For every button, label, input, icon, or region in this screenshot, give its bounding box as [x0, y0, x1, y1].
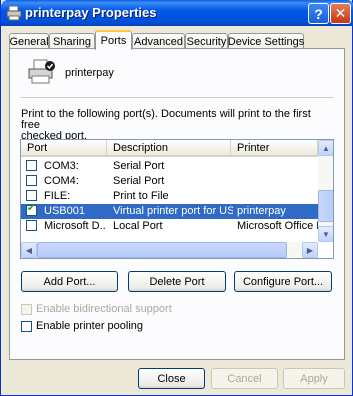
- separator: [20, 97, 334, 98]
- cell-port: COM3:: [44, 160, 79, 172]
- column-printer[interactable]: Printer: [231, 140, 318, 157]
- cell-description: Print to File: [113, 190, 169, 202]
- cell-description: Serial Port: [113, 160, 165, 172]
- vertical-scroll-thumb[interactable]: [318, 190, 333, 222]
- table-row[interactable]: Microsoft D... Local Port Microsoft Office…: [21, 219, 319, 234]
- properties-window: printerpay Properties ? ✕ General Sharin…: [0, 0, 353, 396]
- port-checkbox[interactable]: [26, 220, 37, 231]
- cell-description: Virtual printer port for USB: [113, 205, 233, 217]
- horizontal-scroll-thumb[interactable]: [37, 242, 287, 258]
- printer-name: printerpay: [65, 67, 114, 79]
- printer-icon: [6, 5, 22, 21]
- tab-sharing[interactable]: Sharing: [49, 33, 95, 49]
- column-port[interactable]: Port: [21, 140, 107, 157]
- cell-port: USB001: [44, 205, 85, 217]
- title-bar[interactable]: printerpay Properties ? ✕: [1, 0, 353, 26]
- close-window-button[interactable]: ✕: [330, 3, 351, 24]
- scroll-up-button[interactable]: ▲: [318, 140, 333, 156]
- cell-port: FILE:: [44, 190, 71, 202]
- table-row[interactable]: FILE: Print to File: [21, 189, 318, 204]
- port-checkbox[interactable]: [26, 160, 37, 171]
- apply-button[interactable]: Apply: [283, 368, 345, 389]
- close-icon: ✕: [334, 5, 347, 21]
- table-row[interactable]: COM4: Serial Port: [21, 174, 318, 189]
- cell-description: Local Port: [113, 220, 163, 232]
- scroll-left-button[interactable]: ◀: [21, 242, 37, 258]
- list-rows: COM3: Serial Port COM4: Serial Port FILE: Pri…: [21, 159, 319, 234]
- column-description[interactable]: Description: [107, 140, 231, 157]
- chevron-down-icon: ▼: [322, 229, 330, 239]
- horizontal-scrollbar[interactable]: ◀ ▶: [21, 242, 318, 258]
- port-checkbox[interactable]: [26, 203, 37, 216]
- cell-printer: Microsoft Office Do: [237, 220, 319, 232]
- scroll-down-button[interactable]: ▼: [318, 226, 333, 242]
- chevron-left-icon: ◀: [25, 245, 33, 255]
- tab-general[interactable]: General: [9, 33, 49, 49]
- checkbox-box: [21, 303, 32, 315]
- cancel-button[interactable]: Cancel: [211, 368, 278, 389]
- bidirectional-support-checkbox[interactable]: Enable bidirectional support: [21, 302, 172, 316]
- tab-advanced[interactable]: Advanced: [132, 33, 185, 49]
- ports-description: Print to the following port(s). Document…: [21, 108, 311, 142]
- chevron-up-icon: ▲: [322, 143, 330, 153]
- checkbox-box: [21, 320, 32, 332]
- scroll-right-button[interactable]: ▶: [302, 242, 318, 258]
- vertical-scrollbar[interactable]: ▲ ▼: [318, 140, 333, 242]
- close-button[interactable]: Close: [138, 368, 205, 389]
- configure-port-button[interactable]: Configure Port...: [234, 271, 332, 292]
- port-checkbox[interactable]: [26, 175, 37, 186]
- table-row[interactable]: COM3: Serial Port: [21, 159, 318, 174]
- cell-printer: printerpay: [237, 205, 286, 217]
- window-title: printerpay Properties: [25, 5, 157, 20]
- cell-description: Serial Port: [113, 175, 165, 187]
- delete-port-button[interactable]: Delete Port: [128, 271, 226, 292]
- tab-device-settings[interactable]: Device Settings: [228, 33, 304, 49]
- help-button[interactable]: ?: [308, 3, 329, 24]
- printer-pooling-checkbox[interactable]: Enable printer pooling: [21, 319, 143, 333]
- cell-port: Microsoft D...: [44, 220, 106, 232]
- list-header: Port Description Printer: [21, 140, 318, 157]
- port-checkbox[interactable]: [26, 190, 37, 201]
- help-icon: ?: [314, 5, 323, 22]
- tab-security[interactable]: Security: [185, 33, 228, 49]
- ports-list[interactable]: Port Description Printer COM3: Serial Por…: [20, 139, 334, 259]
- pooling-label: Enable printer pooling: [36, 320, 144, 332]
- printer-icon: [28, 59, 55, 84]
- cell-port: COM4:: [44, 175, 79, 187]
- tab-ports[interactable]: Ports: [95, 30, 132, 50]
- chevron-right-icon: ▶: [306, 245, 314, 255]
- bidirectional-label: Enable bidirectional support: [36, 303, 172, 315]
- add-port-button[interactable]: Add Port...: [21, 271, 118, 292]
- table-row[interactable]: USB001 Virtual printer port for USB printe…: [21, 203, 318, 219]
- ports-panel: printerpay Print to the following port(s…: [9, 48, 345, 360]
